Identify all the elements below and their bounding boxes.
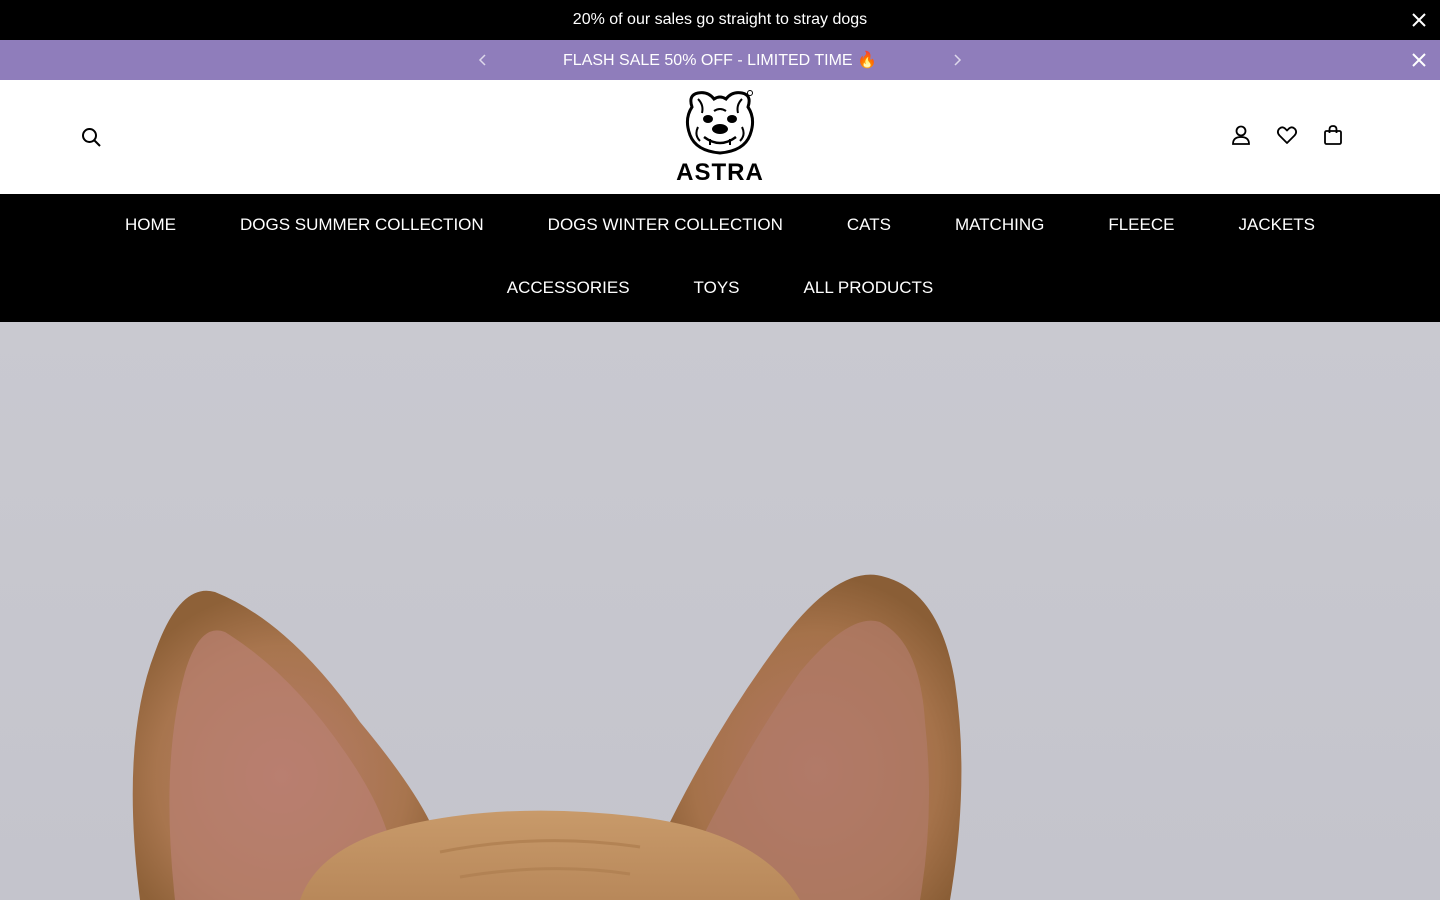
promo-text[interactable]: FLASH SALE 50% OFF - LIMITED TIME 🔥 xyxy=(563,50,877,70)
nav-item-fleece[interactable]: FLEECE xyxy=(1076,215,1206,235)
nav-item-matching[interactable]: MATCHING xyxy=(923,215,1076,235)
main-navigation: HOME DOGS SUMMER COLLECTION DOGS WINTER … xyxy=(0,194,1440,322)
nav-item-all-products[interactable]: ALL PRODUCTS xyxy=(772,278,966,298)
nav-item-jackets[interactable]: JACKETS xyxy=(1206,215,1347,235)
search-icon[interactable] xyxy=(80,126,102,148)
hero-banner-image xyxy=(0,322,1440,900)
account-icon[interactable] xyxy=(1230,124,1252,146)
chevron-left-icon[interactable] xyxy=(475,52,491,68)
announcement-bar: 20% of our sales go straight to stray do… xyxy=(0,0,1440,40)
site-header: ASTRA xyxy=(0,80,1440,194)
logo-text: ASTRA xyxy=(676,159,764,186)
nav-item-dogs-summer-collection[interactable]: DOGS SUMMER COLLECTION xyxy=(208,215,516,235)
site-logo[interactable]: ASTRA xyxy=(674,89,766,186)
close-icon[interactable] xyxy=(1410,51,1428,69)
shopping-bag-icon[interactable] xyxy=(1322,124,1344,146)
nav-item-dogs-winter-collection[interactable]: DOGS WINTER COLLECTION xyxy=(516,215,815,235)
heart-icon[interactable] xyxy=(1276,124,1298,146)
french-bulldog-photo xyxy=(132,574,962,900)
chevron-right-icon[interactable] xyxy=(949,52,965,68)
close-icon[interactable] xyxy=(1410,11,1428,29)
promo-bar: FLASH SALE 50% OFF - LIMITED TIME 🔥 xyxy=(0,40,1440,80)
bulldog-logo-icon xyxy=(685,90,755,155)
nav-item-home[interactable]: HOME xyxy=(93,215,208,235)
nav-item-accessories[interactable]: ACCESSORIES xyxy=(475,278,662,298)
nav-item-cats[interactable]: CATS xyxy=(815,215,923,235)
announcement-text: 20% of our sales go straight to stray do… xyxy=(572,11,868,28)
nav-item-toys[interactable]: TOYS xyxy=(662,278,772,298)
